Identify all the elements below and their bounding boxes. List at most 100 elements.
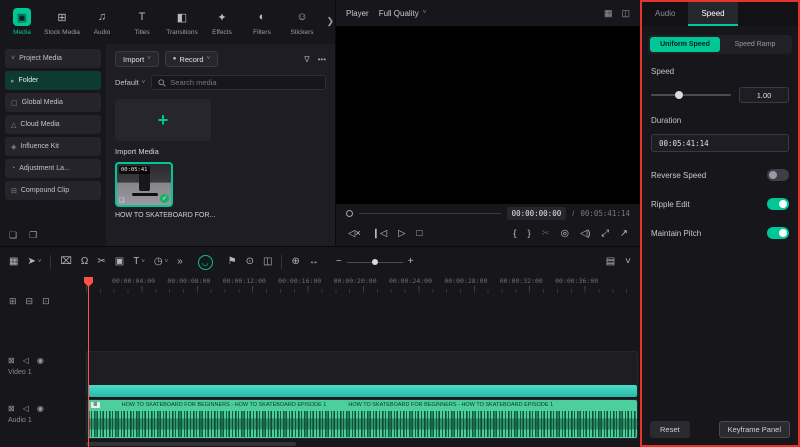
fullscreen-icon[interactable]: ⤢ bbox=[601, 229, 609, 239]
tab-effects[interactable]: ✦ Effects bbox=[202, 8, 242, 36]
select-tool-icon[interactable]: ➤ ˅ bbox=[27, 257, 41, 267]
marker-icon[interactable]: ⚑ bbox=[228, 257, 237, 267]
voiceover-record-icon[interactable]: ⊙ bbox=[246, 257, 254, 267]
collapse-timeline-icon[interactable]: ˅ bbox=[625, 257, 631, 267]
play-icon[interactable]: ▷ bbox=[398, 229, 405, 239]
duration-value-field[interactable]: 00:05:41:14 bbox=[651, 134, 789, 152]
filter-icon[interactable]: ∇ bbox=[304, 55, 309, 64]
split-clip-icon[interactable]: ✂ bbox=[97, 257, 105, 267]
uniform-speed-tab[interactable]: Uniform Speed bbox=[650, 37, 720, 52]
workspace-layout-icon[interactable]: ▦ bbox=[9, 257, 18, 267]
mark-in-icon[interactable]: { bbox=[513, 229, 516, 239]
search-box[interactable] bbox=[151, 75, 326, 90]
screen-record-icon[interactable]: ◫ bbox=[263, 257, 272, 267]
snapshot-icon[interactable]: ◎ bbox=[561, 229, 569, 239]
reset-button[interactable]: Reset bbox=[650, 421, 690, 438]
sidebar-item-folder[interactable]: ▸ Folder bbox=[5, 71, 101, 90]
sidebar-item-project-media[interactable]: ˅ Project Media bbox=[5, 49, 101, 68]
ripple-edit-toggle[interactable] bbox=[767, 198, 789, 210]
speed-slider-knob[interactable] bbox=[675, 91, 683, 99]
quick-split-icon[interactable]: ✂ bbox=[542, 229, 550, 239]
keyframe-panel-button[interactable]: Keyframe Panel bbox=[719, 421, 790, 438]
sidebar-item-cloud-media[interactable]: △ Cloud Media bbox=[5, 115, 101, 134]
import-media-tile[interactable]: + bbox=[115, 99, 211, 141]
zoom-out-icon[interactable]: − bbox=[336, 257, 342, 267]
speed-value-field[interactable]: 1.00 bbox=[739, 87, 789, 103]
delete-clip-icon[interactable]: ⌧ bbox=[60, 257, 72, 267]
quality-dropdown[interactable]: Full Quality ˅ bbox=[379, 9, 427, 18]
stop-icon[interactable]: □ bbox=[416, 229, 422, 239]
zoom-in-icon[interactable]: + bbox=[408, 257, 414, 267]
search-input[interactable] bbox=[170, 78, 319, 87]
ruler-label: 00:00:08:00 bbox=[167, 277, 222, 293]
audio-clip[interactable]: ≣HOW TO SKATEBOARD FOR BEGINNERS - HOW T… bbox=[88, 400, 637, 438]
lock-track-icon[interactable]: ⊠ bbox=[8, 404, 15, 413]
more-tabs-icon[interactable]: ❯ bbox=[326, 16, 334, 27]
ai-copilot-icon[interactable]: ◡ bbox=[198, 255, 213, 270]
manage-tracks-icon[interactable]: ⊡ bbox=[42, 296, 50, 307]
mute-track-icon[interactable]: ◁ bbox=[23, 404, 29, 413]
preview-viewport[interactable] bbox=[336, 26, 640, 204]
tab-filters[interactable]: ◐ Filters bbox=[242, 8, 282, 36]
magnet-snap-icon[interactable]: Ω bbox=[81, 257, 88, 267]
add-audio-track-icon[interactable]: ⊟ bbox=[26, 296, 34, 307]
sidebar-item-label: Influence Kit bbox=[20, 143, 59, 150]
new-folder-icon[interactable]: ❏ bbox=[9, 230, 17, 241]
seek-bar[interactable] bbox=[359, 213, 501, 214]
crop-icon[interactable]: ▣ bbox=[115, 257, 124, 267]
quick-text-icon[interactable]: T ˅ bbox=[133, 257, 145, 267]
tab-audio[interactable]: ♫ Audio bbox=[82, 8, 122, 36]
track-list-view-icon[interactable]: ▤ bbox=[606, 257, 615, 267]
view-grid-icon[interactable]: ▦ bbox=[604, 8, 613, 19]
sidebar-item-global-media[interactable]: ▢ Global Media bbox=[5, 93, 101, 112]
previous-frame-icon[interactable]: ❙◁ bbox=[372, 229, 387, 239]
more-options-icon[interactable]: ••• bbox=[318, 55, 326, 64]
eye-icon[interactable]: ◉ bbox=[37, 356, 44, 365]
link-clips-icon[interactable]: ⊕ bbox=[291, 257, 299, 267]
sidebar-item-influence-kit[interactable]: ◈ Influence Kit bbox=[5, 137, 101, 156]
record-button[interactable]: ● Record ˅ bbox=[165, 51, 218, 67]
sort-dropdown[interactable]: Default ˅ bbox=[115, 78, 145, 87]
sidebar-item-compound-clip[interactable]: ⊟ Compound Clip bbox=[5, 181, 101, 200]
tab-audio-properties[interactable]: Audio bbox=[642, 2, 688, 26]
maintain-pitch-toggle[interactable] bbox=[767, 227, 789, 239]
tab-transitions[interactable]: ◧ Transitions bbox=[162, 8, 202, 36]
mute-icon[interactable]: ◁× bbox=[348, 229, 361, 239]
tab-media[interactable]: ▣ Media bbox=[2, 8, 42, 36]
timeline-ruler[interactable]: 00:00:04:00 00:00:08:00 00:00:12:00 00:0… bbox=[86, 277, 640, 293]
reverse-speed-toggle[interactable] bbox=[767, 169, 789, 181]
tab-audio-label: Audio bbox=[94, 29, 111, 36]
sidebar-item-adjustment-layer[interactable]: ◔ Adjustment La... bbox=[5, 159, 101, 178]
tab-stock-media[interactable]: ⊞ Stock Media bbox=[42, 8, 82, 36]
video-clip[interactable] bbox=[88, 385, 637, 397]
detach-player-icon[interactable]: ◫ bbox=[621, 8, 630, 19]
speed-slider[interactable] bbox=[651, 94, 731, 96]
mute-track-icon[interactable]: ◁ bbox=[23, 356, 29, 365]
import-button[interactable]: Import ˅ bbox=[115, 51, 159, 67]
tab-stickers[interactable]: ☺ Stickers bbox=[282, 8, 322, 36]
tab-titles[interactable]: T Titles bbox=[122, 8, 162, 36]
folder-icon: ▸ bbox=[11, 77, 15, 85]
timeline-horizontal-scrollbar[interactable] bbox=[86, 442, 296, 446]
eye-icon[interactable]: ◉ bbox=[37, 404, 44, 413]
playhead-handle[interactable] bbox=[346, 210, 353, 217]
speaker-icon[interactable]: ◁) bbox=[580, 229, 590, 239]
add-video-track-icon[interactable]: ⊞ bbox=[9, 296, 17, 307]
current-timecode[interactable]: 00:00:00:00 bbox=[507, 207, 567, 220]
media-clip-thumbnail[interactable]: 00:05:41 ❏ ✓ bbox=[115, 162, 173, 207]
mark-out-icon[interactable]: } bbox=[527, 229, 530, 239]
tab-speed-properties[interactable]: Speed bbox=[688, 2, 737, 26]
zoom-slider[interactable] bbox=[347, 262, 403, 263]
more-tools-icon[interactable]: » bbox=[177, 257, 183, 267]
speed-ramp-tab[interactable]: Speed Ramp bbox=[720, 37, 790, 52]
fit-timeline-icon[interactable]: ↔ bbox=[309, 257, 319, 267]
zoom-slider-knob[interactable] bbox=[372, 259, 378, 265]
global-media-icon: ▢ bbox=[11, 99, 18, 107]
timeline-playhead[interactable] bbox=[88, 277, 89, 447]
lock-track-icon[interactable]: ⊠ bbox=[8, 356, 15, 365]
speed-tool-icon[interactable]: ◷ ˅ bbox=[154, 257, 168, 267]
media-sidebar: ˅ Project Media ▸ Folder ▢ Global Media … bbox=[0, 44, 106, 246]
delete-folder-icon[interactable]: ❐ bbox=[29, 230, 37, 241]
clip-duration-badge: 00:05:41 bbox=[119, 166, 150, 174]
pop-out-icon[interactable]: ↗ bbox=[620, 229, 628, 239]
